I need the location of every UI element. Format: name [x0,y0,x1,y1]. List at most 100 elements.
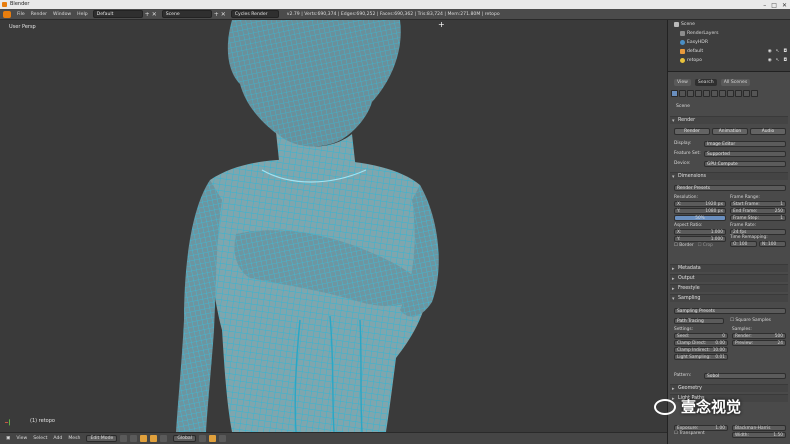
integrator-select[interactable]: Path Tracing [674,317,724,324]
crop-checkbox[interactable]: ☐ Crop [698,243,713,248]
render-camera-icon[interactable]: ◘ [783,49,787,54]
panel-geometry[interactable]: Geometry [670,384,788,393]
pivot-point-icon[interactable] [130,435,138,442]
pixel-filter-select[interactable]: Blackman-Harris [732,425,786,431]
menu-window[interactable]: Window [53,12,71,17]
clamp-indirect-field[interactable]: Clamp Indirect: 10.00 [674,347,728,353]
world-tab-icon[interactable] [695,90,702,97]
visibility-eye-icon[interactable]: ◉ [768,58,772,63]
resolution-percent-field[interactable]: 50% [674,215,726,221]
menu-add[interactable]: Add [53,436,62,441]
manipulator-icon[interactable] [140,435,148,442]
add-layout-icon[interactable]: + [145,11,150,18]
remap-new-field[interactable]: N: 100 [759,241,786,247]
outliner-item-scene[interactable]: Scene [674,22,695,27]
panel-metadata[interactable]: Metadata [670,264,788,273]
menu-mesh[interactable]: Mesh [68,436,80,441]
mode-select[interactable]: Edit Mode [86,435,118,442]
panel-render[interactable]: Render [670,116,788,125]
vertex-select-icon[interactable] [198,435,206,442]
shading-solid-icon[interactable] [120,435,128,442]
filter-width-field[interactable]: Width: 1.50 [732,432,786,438]
light-sampling-field[interactable]: Light Sampling: 0.01 [674,354,728,360]
audio-button[interactable]: Audio [750,128,786,135]
outliner[interactable]: Scene RenderLayers EasyHDR default ◉ ↖ ◘ r… [668,20,790,72]
outliner-item-renderlayers[interactable]: RenderLayers [680,31,719,36]
aspect-x-field[interactable]: X: 1.000 [674,229,726,235]
end-frame-field[interactable]: End Frame: 250 [730,208,786,214]
outliner-item-default[interactable]: default [680,49,703,54]
clamp-direct-field[interactable]: Clamp Direct: 0.00 [674,340,728,346]
orientation-select[interactable]: Global [173,435,196,442]
field-label: Frame Step: [733,216,759,221]
resolution-x-field[interactable]: X: 1920 px [674,201,726,207]
add-scene-icon[interactable]: + [214,11,219,18]
remap-old-field[interactable]: O: 100 [730,241,757,247]
menu-view[interactable]: View [16,436,27,441]
feature-set-select[interactable]: Supported [704,150,786,157]
pattern-select[interactable]: Sobol [704,372,786,379]
render-presets-select[interactable]: Render Presets [674,184,786,191]
material-tab-icon[interactable] [727,90,734,97]
select-arrow-icon[interactable]: ↖ [776,58,780,63]
editor-type-icon[interactable]: ▣ [6,436,10,441]
resolution-label: Resolution: [674,195,698,200]
modifiers-tab-icon[interactable] [711,90,718,97]
remove-layout-icon[interactable]: ✕ [152,11,157,18]
square-samples-checkbox[interactable]: ☐ Square Samples [730,318,771,323]
start-frame-field[interactable]: Start Frame: 1 [730,201,786,207]
3d-cursor-icon[interactable]: + [438,20,445,29]
panel-sampling[interactable]: Sampling [670,294,788,303]
scene-tab-icon[interactable] [687,90,694,97]
panel-dimensions[interactable]: Dimensions [670,172,788,181]
outliner-item-easyhdr[interactable]: EasyHDR [680,40,708,45]
texture-tab-icon[interactable] [735,90,742,97]
active-object-label: (1) retopo [30,418,55,424]
field-value: 0 [722,334,725,339]
visibility-eye-icon[interactable]: ◉ [768,49,772,54]
animation-button[interactable]: Animation [712,128,748,135]
device-select[interactable]: GPU Compute [704,160,786,167]
object-tab-icon[interactable] [703,90,710,97]
panel-output[interactable]: Output [670,274,788,283]
seed-field[interactable]: Seed: 0 [674,333,728,339]
tab-all-scenes[interactable]: All Scenes [720,79,751,86]
menu-select[interactable]: Select [33,436,47,441]
sampling-presets-select[interactable]: Sampling Presets [674,307,786,314]
render-button[interactable]: Render [674,128,710,135]
frame-step-field[interactable]: Frame Step: 1 [730,215,786,221]
scene-icon [674,22,679,27]
scene-select[interactable]: Scene [161,10,212,18]
select-arrow-icon[interactable]: ↖ [776,49,780,54]
panel-freestyle[interactable]: Freestyle [670,284,788,293]
menu-help[interactable]: Help [77,12,87,17]
tab-view[interactable]: View [674,79,691,86]
border-checkbox[interactable]: ☐ Border [674,243,694,248]
aspect-y-field[interactable]: Y: 1.000 [674,236,726,242]
rotate-icon[interactable] [160,435,168,442]
render-engine-select[interactable]: Cycles Render [230,10,279,18]
physics-tab-icon[interactable] [751,90,758,97]
edge-select-icon[interactable] [208,435,216,442]
3d-viewport[interactable]: User Persp + ━┃ (1) retopo [0,20,667,432]
translate-icon[interactable] [150,435,158,442]
remove-scene-icon[interactable]: ✕ [221,11,226,18]
tab-search[interactable]: Search [694,79,717,86]
render-tab-icon[interactable] [671,90,678,97]
menu-file[interactable]: File [17,12,25,17]
render-layers-tab-icon[interactable] [679,90,686,97]
data-tab-icon[interactable] [719,90,726,97]
screen-layout-select[interactable]: Default [92,10,143,18]
render-camera-icon[interactable]: ◘ [783,58,787,63]
menu-render[interactable]: Render [31,12,47,17]
outliner-item-retopo[interactable]: retopo [680,58,702,63]
display-select[interactable]: Image Editor [704,140,786,147]
blender-logo-icon[interactable] [3,10,11,18]
render-samples-field[interactable]: Render: 500 [732,333,786,339]
resolution-y-field[interactable]: Y: 1080 px [674,208,726,214]
particles-tab-icon[interactable] [743,90,750,97]
field-value: 0.01 [715,355,725,360]
face-select-icon[interactable] [218,435,226,442]
transparent-checkbox[interactable]: ☐ Transparent [674,431,728,436]
preview-samples-field[interactable]: Preview: 24 [732,340,786,346]
